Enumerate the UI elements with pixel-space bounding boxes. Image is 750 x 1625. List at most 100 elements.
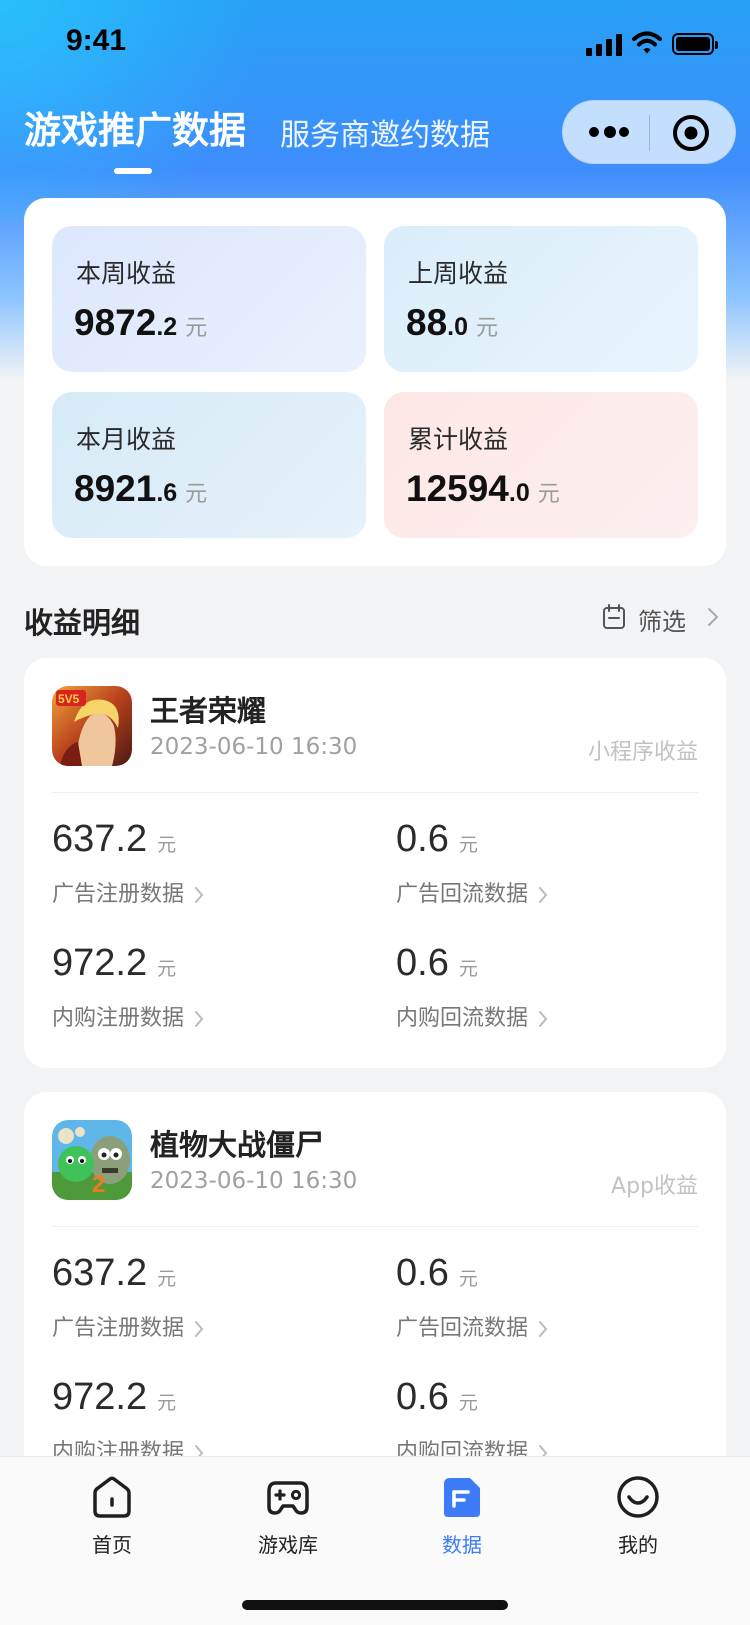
- metric-number: 0.6: [396, 942, 449, 984]
- tab-game-promotion-data[interactable]: 游戏推广数据: [24, 100, 246, 154]
- ad-registration-link[interactable]: 广告注册数据: [52, 1310, 204, 1342]
- summary-label: 上周收益: [408, 259, 509, 288]
- ad-registration-link[interactable]: 广告注册数据: [52, 876, 204, 908]
- ad-return-link[interactable]: 广告回流数据: [396, 876, 548, 908]
- close-miniprogram-icon[interactable]: [671, 113, 711, 153]
- ad-registration-metric: 637.2 元 广告注册数据: [52, 1252, 372, 1362]
- chevron-right-icon: [195, 1011, 204, 1027]
- metric-label: 广告回流数据: [396, 1316, 529, 1341]
- summary-label: 累计收益: [408, 425, 509, 454]
- metric-value: 972.2 元: [52, 942, 176, 985]
- tab-label: 数据: [442, 1533, 482, 1557]
- status-time: 9:41: [66, 24, 127, 57]
- metric-unit: 元: [458, 1268, 478, 1290]
- chevron-right-icon: [195, 887, 204, 903]
- metric-unit: 元: [157, 834, 177, 856]
- chevron-right-icon: [539, 1011, 548, 1027]
- summary-unit: 元: [185, 482, 208, 507]
- iap-registration-link[interactable]: 内购注册数据: [52, 1000, 204, 1032]
- iap-return-link[interactable]: 内购回流数据: [396, 1000, 548, 1032]
- earnings-card[interactable]: 2 植物大战僵尸 2023-06-10 16:30 App收益 637.2 元 广…: [24, 1092, 726, 1502]
- tab-profile[interactable]: 我的: [578, 1475, 698, 1565]
- earnings-card[interactable]: 5V5 王者荣耀 2023-06-10 16:30 小程序收益 637.2 元 广…: [24, 658, 726, 1068]
- card-divider: [52, 792, 698, 793]
- metric-unit: 元: [458, 958, 478, 980]
- metric-value: 637.2 元: [52, 1252, 176, 1295]
- metric-value: 0.6 元: [396, 1376, 478, 1419]
- this-month-earnings: 本月收益 8921.6 元: [52, 392, 366, 538]
- game-name: 王者荣耀: [150, 694, 267, 728]
- tab-data[interactable]: 数据: [402, 1475, 522, 1565]
- more-icon[interactable]: [589, 119, 629, 145]
- metric-value: 0.6 元: [396, 942, 478, 985]
- metric-number: 0.6: [396, 818, 449, 860]
- status-bar: 9:41: [0, 0, 750, 92]
- summary-dec: .0: [447, 313, 469, 341]
- chevron-right-icon: [708, 608, 718, 626]
- honor-of-kings-icon: 5V5: [52, 686, 132, 766]
- metric-value: 637.2 元: [52, 818, 176, 861]
- metric-label: 内购注册数据: [52, 1006, 185, 1031]
- summary-dec: .6: [156, 479, 178, 507]
- summary-dec: .0: [508, 479, 530, 507]
- summary-label: 本周收益: [76, 259, 177, 288]
- metric-label: 广告注册数据: [52, 882, 185, 907]
- miniprogram-capsule: [562, 100, 736, 164]
- metric-label: 广告注册数据: [52, 1316, 185, 1341]
- summary-unit: 元: [185, 316, 208, 341]
- ad-return-metric: 0.6 元 广告回流数据: [396, 818, 716, 928]
- filter-label: 筛选: [638, 608, 686, 636]
- tab-label: 我的: [618, 1533, 658, 1557]
- card-divider: [52, 1226, 698, 1227]
- metric-unit: 元: [458, 1392, 478, 1414]
- last-week-earnings: 上周收益 88.0 元: [384, 226, 698, 372]
- active-tab-indicator: [114, 168, 152, 174]
- capsule-divider: [649, 115, 650, 151]
- metric-number: 972.2: [52, 942, 148, 984]
- svg-text:5V5: 5V5: [58, 692, 80, 706]
- metric-value: 0.6 元: [396, 818, 478, 861]
- this-week-earnings: 本周收益 9872.2 元: [52, 226, 366, 372]
- calendar-icon: [603, 604, 625, 629]
- svg-text:2: 2: [92, 1171, 105, 1198]
- plants-vs-zombies-icon: 2: [52, 1120, 132, 1200]
- summary-label: 本月收益: [76, 425, 177, 454]
- summary-int: 9872: [74, 302, 157, 343]
- earning-source: 小程序收益: [587, 740, 698, 765]
- metric-number: 637.2: [52, 818, 148, 860]
- tab-label: 首页: [92, 1533, 132, 1557]
- chevron-right-icon: [195, 1321, 204, 1337]
- tab-game-library[interactable]: 游戏库: [228, 1475, 348, 1565]
- summary-unit: 元: [476, 316, 499, 341]
- record-date: 2023-06-10 16:30: [150, 1168, 358, 1194]
- iap-return-metric: 0.6 元 内购回流数据: [396, 942, 716, 1052]
- profile-icon: [617, 1476, 659, 1518]
- earning-source: App收益: [611, 1174, 698, 1199]
- tab-home[interactable]: 首页: [52, 1475, 172, 1565]
- summary-value: 12594.0 元: [406, 468, 560, 510]
- chevron-right-icon: [539, 887, 548, 903]
- home-indicator[interactable]: [242, 1600, 508, 1610]
- metric-unit: 元: [157, 958, 177, 980]
- total-earnings: 累计收益 12594.0 元: [384, 392, 698, 538]
- metric-number: 0.6: [396, 1252, 449, 1294]
- metric-label: 广告回流数据: [396, 882, 529, 907]
- tab-provider-invite-data[interactable]: 服务商邀约数据: [280, 110, 490, 154]
- metric-number: 637.2: [52, 1252, 148, 1294]
- tab-label: 游戏库: [258, 1533, 318, 1557]
- ad-registration-metric: 637.2 元 广告注册数据: [52, 818, 372, 928]
- section-title: 收益明细: [24, 606, 141, 640]
- battery-icon: [672, 33, 718, 55]
- home-icon: [93, 1476, 131, 1518]
- summary-value: 9872.2 元: [74, 302, 207, 344]
- summary-dec: .2: [156, 313, 178, 341]
- metric-unit: 元: [157, 1392, 177, 1414]
- wifi-icon: [632, 31, 662, 54]
- summary-value: 88.0 元: [406, 302, 498, 344]
- chevron-right-icon: [539, 1321, 548, 1337]
- metric-value: 972.2 元: [52, 1376, 176, 1419]
- summary-value: 8921.6 元: [74, 468, 207, 510]
- metric-unit: 元: [458, 834, 478, 856]
- ad-return-link[interactable]: 广告回流数据: [396, 1310, 548, 1342]
- earnings-summary-card: 本周收益 9872.2 元 上周收益 88.0 元 本月收益 8921.6 元 累计收…: [24, 198, 726, 566]
